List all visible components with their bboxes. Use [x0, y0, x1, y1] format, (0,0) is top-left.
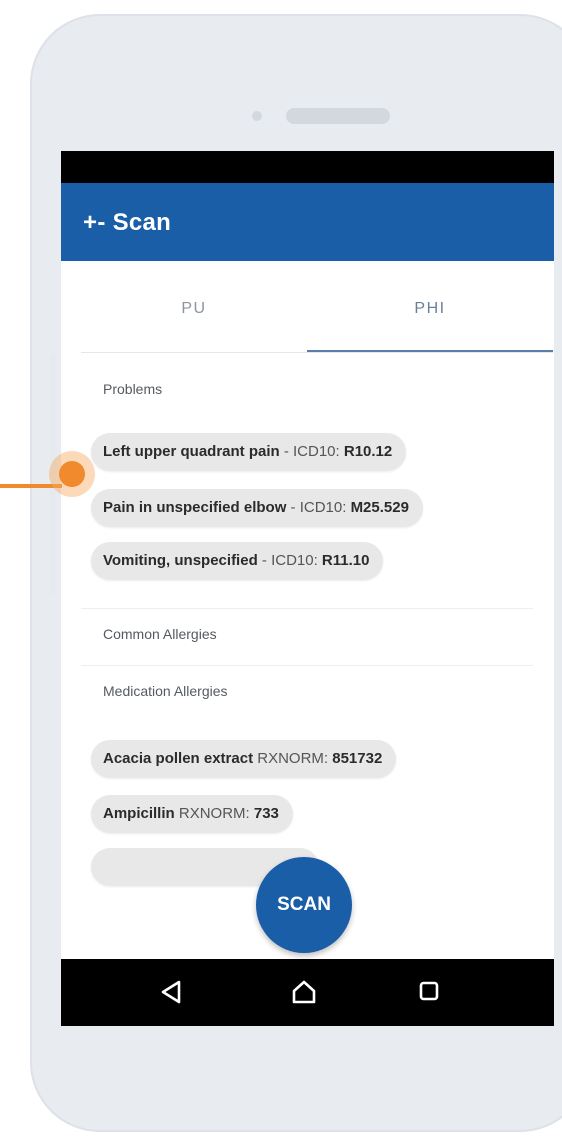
tabs-divider [81, 352, 553, 353]
allergy-chip[interactable]: Ampicillin RXNORM: 733 [91, 795, 293, 833]
chip-name: Pain in unspecified elbow [103, 499, 287, 516]
chip-code: R11.10 [321, 552, 370, 569]
chip-name: Ampicillin [103, 805, 175, 822]
speaker-slot [286, 108, 390, 124]
chip-system: - ICD10: [279, 443, 344, 460]
chip-system: - ICD10: [257, 552, 322, 569]
back-triangle-icon [161, 980, 181, 1004]
phone-screen: +- Scan PU PHI Problems Left upper quadr… [61, 151, 554, 1026]
chip-name: Acacia pollen extract [103, 750, 254, 767]
section-label-problems: Problems [103, 381, 163, 397]
tab-bar: PU PHI [81, 261, 553, 353]
callout-dot [59, 461, 85, 487]
home-icon [292, 980, 316, 1004]
scan-button[interactable]: SCAN [256, 857, 352, 953]
problem-chip[interactable]: Vomiting, unspecified - ICD10: R11.10 [91, 542, 384, 580]
tab-pu[interactable]: PU [81, 261, 307, 353]
android-nav-bar [61, 959, 554, 1026]
active-tab-indicator [307, 350, 553, 352]
chip-name: Vomiting, unspecified [103, 552, 258, 569]
chip-code: R10.12 [343, 443, 393, 460]
chip-code: 733 [253, 805, 279, 822]
allergy-chip[interactable]: Acacia pollen extract RXNORM: 851732 [91, 740, 397, 778]
app-bar: +- Scan [61, 183, 554, 261]
chip-code: 851732 [332, 750, 383, 767]
chip-code: M25.529 [350, 499, 409, 516]
section-divider [81, 665, 533, 666]
problem-chip[interactable]: Pain in unspecified elbow - ICD10: M25.5… [91, 489, 423, 527]
tab-phi[interactable]: PHI [307, 261, 553, 353]
section-divider [81, 608, 533, 609]
app-title: +- Scan [83, 209, 172, 236]
chip-system: RXNORM: [253, 750, 333, 767]
chip-system: - ICD10: [286, 499, 351, 516]
chip-system: RXNORM: [174, 805, 254, 822]
section-label-common-allergies: Common Allergies [103, 626, 217, 642]
recent-apps-icon [419, 981, 439, 1001]
nav-recent-button[interactable] [389, 959, 469, 1026]
section-label-medication-allergies: Medication Allergies [103, 683, 228, 699]
nav-home-button[interactable] [263, 959, 343, 1026]
status-bar [61, 151, 554, 183]
chip-name: Left upper quadrant pain [103, 443, 280, 460]
camera-dot [252, 111, 262, 121]
nav-back-button[interactable] [131, 959, 211, 1026]
problem-chip[interactable]: Left upper quadrant pain - ICD10: R10.12 [91, 433, 407, 471]
